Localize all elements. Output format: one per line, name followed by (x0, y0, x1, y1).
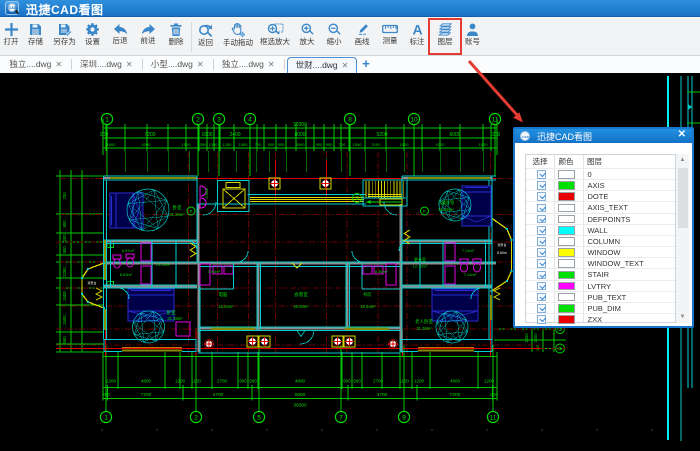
svg-text:6000: 6000 (449, 132, 460, 138)
svg-text:900: 900 (268, 142, 275, 147)
svg-text:900: 900 (239, 379, 247, 384)
svg-text:900: 900 (62, 220, 67, 228)
svg-text:4: 4 (248, 117, 252, 124)
svg-text:31.36m²: 31.36m² (438, 207, 454, 212)
svg-text:1550: 1550 (353, 142, 363, 147)
svg-text:1250: 1250 (223, 142, 233, 147)
svg-text:7: 7 (339, 415, 343, 422)
svg-text:1500: 1500 (533, 333, 538, 343)
svg-text:700: 700 (255, 142, 262, 147)
svg-text:2400: 2400 (229, 132, 240, 138)
svg-text:1500: 1500 (107, 142, 117, 147)
svg-text:会客室: 会客室 (294, 291, 308, 298)
svg-text:900: 900 (316, 142, 323, 147)
svg-text:G: G (355, 196, 359, 202)
svg-text:2: 2 (194, 415, 198, 422)
svg-text:12.73m²: 12.73m² (413, 264, 428, 269)
svg-text:5: 5 (257, 415, 261, 422)
svg-text:950: 950 (62, 336, 67, 344)
svg-text:700: 700 (339, 142, 346, 147)
svg-text:4200: 4200 (436, 142, 446, 147)
svg-text:900: 900 (62, 246, 67, 254)
svg-text:7.14m²: 7.14m² (464, 272, 477, 277)
svg-text:F: F (190, 209, 193, 214)
svg-text:7.14m²: 7.14m² (462, 248, 475, 253)
svg-text:3000: 3000 (296, 142, 306, 147)
svg-text:5.60m: 5.60m (497, 251, 507, 255)
svg-text:900: 900 (343, 379, 351, 384)
svg-text:2: 2 (196, 117, 200, 124)
svg-text:3: 3 (217, 117, 221, 124)
svg-text:8: 8 (348, 117, 352, 124)
svg-text:3.93m²: 3.93m² (208, 269, 221, 274)
svg-text:F: F (423, 209, 426, 214)
svg-text:38300: 38300 (293, 122, 307, 128)
svg-text:更衣室: 更衣室 (414, 256, 426, 262)
svg-text:6.57m²: 6.57m² (122, 248, 135, 253)
svg-text:1500: 1500 (524, 333, 529, 343)
svg-text:700: 700 (62, 192, 67, 200)
svg-text:7200: 7200 (450, 392, 461, 398)
svg-text:7200: 7200 (141, 392, 152, 398)
svg-text:900: 900 (353, 379, 361, 384)
svg-text:书房: 书房 (363, 291, 372, 298)
svg-text:1200: 1200 (414, 379, 425, 384)
svg-text:11: 11 (490, 415, 497, 422)
svg-text:卧室: 卧室 (167, 309, 176, 316)
svg-text:老人卧室: 老人卧室 (415, 318, 433, 325)
svg-text:2280: 2280 (62, 267, 67, 277)
svg-text:900: 900 (326, 142, 333, 147)
svg-text:31.36m²: 31.36m² (167, 316, 183, 321)
svg-text:A: A (558, 347, 562, 353)
svg-text:1: 1 (104, 415, 108, 422)
svg-text:350: 350 (200, 142, 207, 147)
svg-text:2700: 2700 (217, 379, 228, 384)
svg-text:300: 300 (536, 345, 540, 351)
svg-text:观景台: 观景台 (497, 242, 506, 247)
svg-text:6.53m²: 6.53m² (120, 272, 133, 277)
svg-text:16.54m²: 16.54m² (360, 304, 376, 309)
svg-text:卧室: 卧室 (173, 204, 182, 211)
svg-text:4700: 4700 (377, 392, 388, 398)
svg-text:6600: 6600 (295, 392, 306, 398)
svg-text:4700: 4700 (213, 392, 224, 398)
svg-text:10: 10 (410, 117, 418, 124)
svg-text:1200: 1200 (106, 379, 117, 384)
svg-text:31.36m²: 31.36m² (169, 212, 185, 217)
svg-text:2.60m: 2.60m (205, 188, 209, 199)
svg-text:38300: 38300 (293, 403, 307, 409)
svg-text:1550: 1550 (239, 142, 249, 147)
svg-text:4800: 4800 (295, 379, 306, 384)
svg-text:9: 9 (402, 415, 406, 422)
svg-text:1500: 1500 (400, 142, 410, 147)
svg-text:200: 200 (100, 132, 109, 138)
svg-text:1: 1 (105, 117, 109, 124)
svg-text:电脑: 电脑 (219, 291, 228, 298)
svg-text:200: 200 (62, 234, 67, 242)
svg-text:16.54m²: 16.54m² (218, 304, 234, 309)
svg-text:A: A (412, 23, 422, 36)
svg-text:31.36m²: 31.36m² (416, 326, 432, 331)
svg-text:200: 200 (492, 132, 501, 138)
svg-text:1350: 1350 (209, 142, 219, 147)
svg-text:1500: 1500 (479, 142, 489, 147)
svg-text:13.59m²: 13.59m² (156, 262, 171, 267)
svg-text:1500: 1500 (182, 142, 192, 147)
svg-text:1500: 1500 (62, 291, 67, 301)
svg-text:8.36m²: 8.36m² (375, 269, 388, 274)
svg-text:4800: 4800 (450, 379, 461, 384)
svg-text:7200: 7200 (144, 132, 155, 138)
svg-text:4200: 4200 (142, 142, 152, 147)
svg-text:900: 900 (249, 379, 257, 384)
svg-text:儿童卧室: 儿童卧室 (438, 199, 455, 206)
svg-text:4800: 4800 (141, 379, 152, 384)
svg-text:2100: 2100 (372, 142, 382, 147)
svg-text:900: 900 (278, 142, 285, 147)
svg-text:29.00m³: 29.00m³ (293, 304, 309, 309)
svg-text:观景台: 观景台 (87, 280, 96, 285)
svg-text:1500: 1500 (62, 315, 67, 325)
